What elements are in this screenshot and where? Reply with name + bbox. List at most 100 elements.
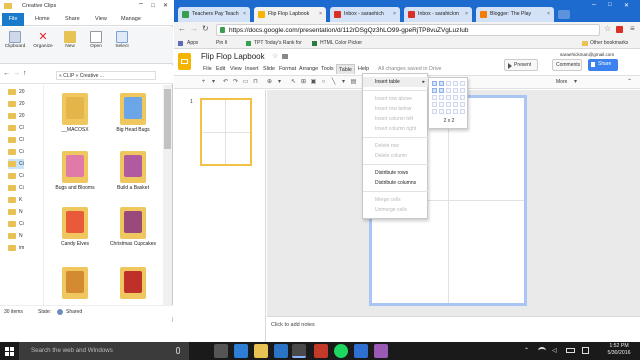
comments-button[interactable]: Comments	[552, 59, 582, 71]
network-icon[interactable]	[538, 347, 546, 354]
image-icon[interactable]: ▣	[310, 79, 317, 86]
extension-icon[interactable]	[616, 26, 623, 33]
address-path[interactable]: « CLIP » Creative ...	[56, 71, 156, 80]
forward-icon[interactable]: →	[190, 24, 198, 33]
new-tab-button[interactable]	[558, 10, 570, 19]
close-tab-icon[interactable]: ×	[243, 7, 246, 22]
maximize-button[interactable]: □	[147, 0, 159, 13]
address-bar[interactable]: https://docs.google.com/presentation/d/1…	[216, 24, 600, 36]
paint-format-icon[interactable]: ⊓	[252, 79, 259, 86]
print-icon[interactable]: ▭	[242, 79, 249, 86]
tab-view[interactable]: View	[90, 13, 112, 26]
shape-icon[interactable]: ○	[320, 79, 327, 86]
share-button[interactable]: Share	[588, 59, 618, 71]
table-size-cell[interactable]	[446, 88, 451, 93]
taskbar-search-box[interactable]: Search the web and Windows	[19, 342, 189, 360]
start-button[interactable]	[0, 342, 18, 360]
new-folder-button[interactable]: New	[58, 29, 82, 61]
notifications-icon[interactable]	[582, 347, 589, 354]
table-size-cell[interactable]	[439, 81, 444, 86]
merge-cells-item[interactable]: Merge cells	[363, 195, 429, 205]
tree-item[interactable]: 20	[8, 111, 25, 121]
tab-manage[interactable]: Manage	[116, 13, 146, 26]
insert-row-above-item[interactable]: Insert row above	[363, 94, 429, 104]
insert-row-below-item[interactable]: Insert row below	[363, 104, 429, 114]
browser-tab[interactable]: Blogger: The Play ×	[476, 7, 554, 22]
tab-file[interactable]: File	[2, 13, 24, 26]
table-size-cell[interactable]	[432, 109, 437, 114]
more-button[interactable]: More	[556, 79, 567, 85]
volume-icon[interactable]: ◁	[552, 347, 557, 354]
menu-tools[interactable]: Tools	[319, 64, 336, 74]
task-view-icon[interactable]	[214, 344, 228, 358]
desktop-icon-google-slides[interactable]: Google Slides	[2, 322, 33, 328]
user-email[interactable]: saraehickman@gmail.com	[560, 52, 614, 57]
table-size-cell[interactable]	[446, 95, 451, 100]
close-tab-icon[interactable]: ×	[393, 7, 396, 22]
table-size-grid[interactable]	[432, 81, 466, 115]
bookmark-star-icon[interactable]: ☆	[604, 24, 611, 33]
folder-item[interactable]: Big Head Bugs	[109, 91, 157, 151]
tab-share[interactable]: Share	[60, 13, 85, 26]
table-size-cell[interactable]	[460, 81, 465, 86]
show-hidden-icons-icon[interactable]: ⌃	[524, 347, 529, 354]
table-size-cell[interactable]	[460, 88, 465, 93]
dropdown-arrow-icon[interactable]: ▾	[210, 79, 217, 86]
open-button[interactable]: Open	[84, 29, 108, 61]
maximize-button[interactable]: □	[608, 2, 612, 8]
close-button[interactable]: ✕	[624, 2, 629, 9]
tree-item[interactable]: 20	[8, 99, 25, 109]
folder-item[interactable]: Christmas Cupcakes	[109, 205, 157, 265]
system-clock[interactable]: 1:52 PM 5/30/2016	[601, 343, 637, 357]
tree-item[interactable]: Ci	[8, 183, 24, 193]
bookmark-item[interactable]: TPT Today's Rank for	[254, 38, 302, 49]
select-button[interactable]: Select	[110, 29, 134, 61]
delete-column-item[interactable]: Delete column	[363, 151, 429, 161]
select-cursor-icon[interactable]: ↖	[290, 79, 297, 86]
close-tab-icon[interactable]: ×	[319, 7, 322, 22]
table-size-cell[interactable]	[432, 95, 437, 100]
slide-thumbnail[interactable]	[200, 98, 252, 166]
browser-tab-active[interactable]: Flip Flop Lapbook ×	[254, 7, 326, 22]
desktop-icon-spotify[interactable]: Spotify	[46, 322, 61, 328]
table-size-cell[interactable]	[432, 102, 437, 107]
browser-tab[interactable]: Teachers Pay Teach ×	[178, 7, 250, 22]
tree-item[interactable]: im	[8, 243, 24, 253]
tree-item[interactable]: K	[8, 195, 22, 205]
file-explorer-icon[interactable]	[254, 344, 268, 358]
table-size-cell[interactable]	[446, 109, 451, 114]
table-size-cell[interactable]	[453, 102, 458, 107]
table-size-cell[interactable]	[460, 109, 465, 114]
folder-icon[interactable]	[282, 54, 288, 59]
app-icon[interactable]	[374, 344, 388, 358]
table-size-cell[interactable]	[453, 95, 458, 100]
undo-icon[interactable]: ↶	[222, 79, 229, 86]
bookmark-item[interactable]: Pin It	[216, 38, 227, 49]
present-button[interactable]: Present	[504, 59, 538, 71]
up-arrow-icon[interactable]: ↑	[23, 70, 27, 77]
table-size-cell[interactable]	[432, 81, 437, 86]
menu-slide[interactable]: Slide	[261, 64, 277, 74]
new-slide-icon[interactable]: +	[200, 79, 207, 86]
tree-item[interactable]: N	[8, 207, 23, 217]
table-size-cell[interactable]	[439, 88, 444, 93]
table-size-cell[interactable]	[453, 81, 458, 86]
table-size-cell[interactable]	[460, 102, 465, 107]
line-icon[interactable]: ╲	[330, 79, 337, 86]
insert-column-right-item[interactable]: Insert column right	[363, 124, 429, 134]
scrollbar[interactable]	[163, 85, 172, 305]
microphone-icon[interactable]	[176, 347, 180, 354]
browser-tab[interactable]: Inbox - saraehich ×	[330, 7, 400, 22]
menu-table[interactable]: Table	[336, 64, 355, 74]
bookmark-apps[interactable]: Apps	[187, 38, 198, 49]
spotify-icon[interactable]	[334, 344, 348, 358]
distribute-rows-item[interactable]: Distribute rows	[363, 168, 429, 178]
chrome-icon[interactable]	[292, 344, 306, 358]
scrollbar-thumb[interactable]	[164, 89, 171, 149]
menu-view[interactable]: View	[228, 64, 244, 74]
collapse-icon[interactable]: ⌃	[626, 79, 633, 86]
insert-column-left-item[interactable]: Insert column left	[363, 114, 429, 124]
slides-logo-icon[interactable]	[178, 53, 191, 70]
menu-edit[interactable]: Edit	[214, 64, 227, 74]
forward-arrow-icon[interactable]: →	[13, 70, 20, 77]
